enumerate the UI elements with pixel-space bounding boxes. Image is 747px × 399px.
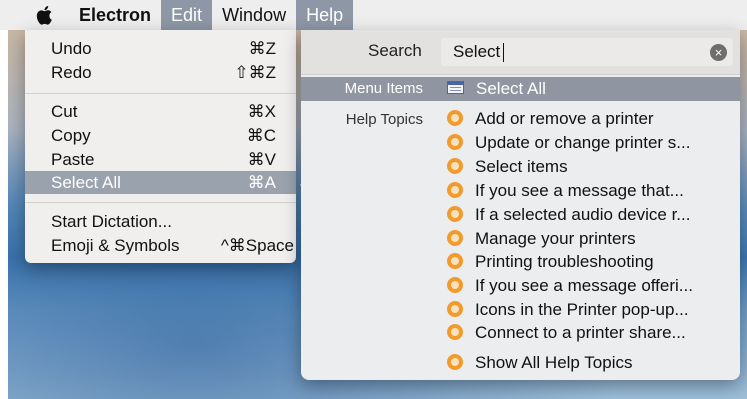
help-topic-item[interactable]: If you see a message offeri...: [447, 274, 693, 298]
help-topic-icon: [447, 277, 463, 293]
help-topic-icon: [447, 230, 463, 246]
menu-item-icon: [447, 81, 464, 94]
search-input[interactable]: Select ×: [441, 38, 733, 66]
help-topic-label: Select items: [475, 157, 568, 176]
menu-bar: Electron Edit Window Help: [0, 0, 747, 30]
menu-help[interactable]: Help: [296, 0, 354, 30]
menu-separator: [25, 202, 296, 203]
help-topic-icon: [447, 253, 463, 269]
menu-item-redo[interactable]: Redo ⇧⌘Z: [25, 61, 296, 84]
menu-item-label: Paste: [51, 150, 95, 169]
shortcut-label: ^⌘Space: [220, 236, 294, 255]
menu-item-label: Undo: [51, 39, 92, 58]
apple-logo-icon[interactable]: [35, 5, 55, 25]
help-topic-label: Update or change printer s...: [475, 133, 691, 152]
menu-item-start-dictation[interactable]: Start Dictation...: [25, 210, 296, 233]
menu-item-copy[interactable]: Copy ⌘C: [25, 124, 296, 147]
shortcut-label: ⇧⌘Z: [234, 63, 276, 82]
menu-item-label: Select All: [51, 173, 121, 192]
help-topic-item[interactable]: Connect to a printer share...: [447, 321, 686, 345]
show-all-help-topics[interactable]: Show All Help Topics: [447, 351, 633, 375]
help-topic-item[interactable]: Printing troubleshooting: [447, 250, 654, 274]
menu-item-paste[interactable]: Paste ⌘V: [25, 148, 296, 171]
help-topic-item[interactable]: If a selected audio device r...: [447, 203, 690, 227]
help-topic-label: Connect to a printer share...: [475, 323, 686, 342]
menu-item-undo[interactable]: Undo ⌘Z: [25, 37, 296, 60]
help-topic-item[interactable]: Icons in the Printer pop-up...: [447, 298, 689, 322]
menu-app-electron[interactable]: Electron: [73, 0, 161, 30]
help-topic-item[interactable]: Add or remove a printer: [447, 107, 654, 131]
help-topic-icon: [447, 158, 463, 174]
help-topic-icon: [447, 206, 463, 222]
help-topic-label: Add or remove a printer: [475, 109, 654, 128]
menu-separator: [25, 93, 296, 94]
menu-item-select-all[interactable]: Select All ⌘A: [25, 171, 296, 194]
help-topic-item[interactable]: Select items: [447, 155, 568, 179]
help-topic-item[interactable]: Manage your printers: [447, 227, 636, 251]
result-label: Select All: [476, 79, 546, 98]
menu-item-label: Start Dictation...: [51, 212, 172, 231]
help-topic-label: If you see a message that...: [475, 181, 684, 200]
search-label: Search: [368, 41, 422, 60]
help-topic-item[interactable]: Update or change printer s...: [447, 131, 690, 155]
shortcut-label: ⌘X: [247, 102, 276, 121]
help-topic-label: If a selected audio device r...: [475, 205, 691, 224]
show-all-label: Show All Help Topics: [475, 353, 633, 372]
shortcut-label: ⌘C: [246, 126, 276, 145]
help-topic-icon: [447, 182, 463, 198]
shortcut-label: ⌘A: [247, 173, 276, 192]
text-caret: [503, 43, 504, 62]
help-search-panel: Search Select × Menu Items Select All He…: [301, 30, 740, 380]
section-label-menu-items: Menu Items: [344, 80, 423, 97]
menu-item-label: Copy: [51, 126, 91, 145]
help-search-bar: Search Select ×: [301, 30, 740, 75]
menu-item-label: Redo: [51, 63, 92, 82]
clear-search-icon[interactable]: ×: [710, 44, 727, 61]
help-topic-icon: [447, 354, 463, 370]
help-topic-icon: [447, 134, 463, 150]
menu-result-select-all[interactable]: Select All: [447, 77, 546, 101]
menu-item-label: Emoji & Symbols: [51, 236, 180, 255]
menu-window[interactable]: Window: [212, 0, 296, 30]
menu-item-emoji-symbols[interactable]: Emoji & Symbols ^⌘Space: [25, 234, 296, 257]
section-label-help-topics: Help Topics: [345, 111, 423, 128]
help-topic-icon: [447, 324, 463, 340]
help-topic-label: Printing troubleshooting: [475, 252, 654, 271]
help-topic-label: Icons in the Printer pop-up...: [475, 300, 689, 319]
menu-item-cut[interactable]: Cut ⌘X: [25, 100, 296, 123]
shortcut-label: ⌘V: [247, 150, 276, 169]
help-topic-item[interactable]: If you see a message that...: [447, 179, 684, 203]
search-input-value: Select: [453, 42, 501, 61]
edit-menu-dropdown: Undo ⌘Z Redo ⇧⌘Z Cut ⌘X Copy ⌘C Paste ⌘V…: [25, 30, 296, 263]
help-topic-icon: [447, 301, 463, 317]
shortcut-label: ⌘Z: [248, 39, 276, 58]
menu-edit[interactable]: Edit: [161, 0, 213, 30]
help-topic-label: Manage your printers: [475, 229, 636, 248]
help-topic-icon: [447, 110, 463, 126]
help-topic-label: If you see a message offeri...: [475, 276, 693, 295]
menu-item-label: Cut: [51, 102, 78, 121]
